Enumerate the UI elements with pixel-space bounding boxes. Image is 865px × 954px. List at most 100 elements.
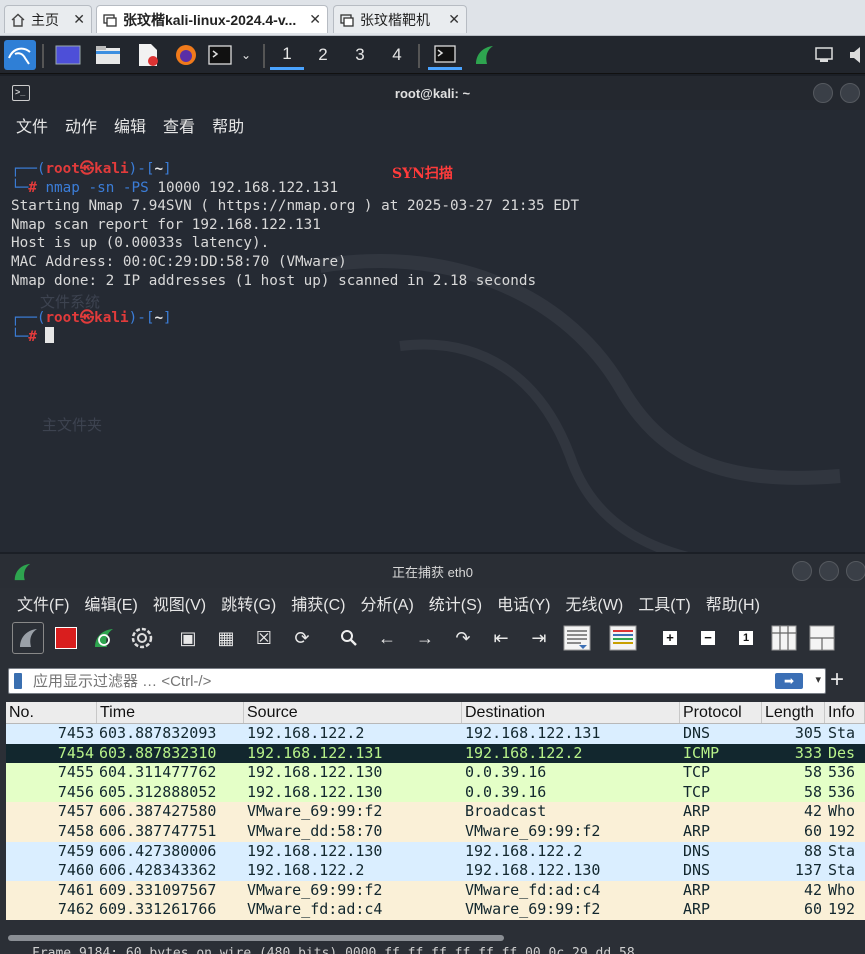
colorize-icon[interactable] [607,622,639,654]
menu-help[interactable]: 帮助(H) [706,591,760,615]
auto-scroll-icon[interactable] [561,622,593,654]
maximize-button[interactable] [840,83,860,103]
packet-row[interactable]: 7460 606.428343362 192.168.122.2 192.168.12… [6,861,865,881]
workspace-4[interactable]: 4 [380,40,414,70]
taskbar-wireshark-icon[interactable] [468,40,500,70]
output-line: Nmap scan report for 192.168.122.131 [11,216,321,233]
menu-telephony[interactable]: 电话(Y) [497,591,550,615]
menu-edit[interactable]: 编辑(E) [84,591,137,615]
packet-source: VMware_dd:58:70 [247,821,383,840]
text-editor-icon[interactable] [132,40,164,70]
chevron-down-icon[interactable]: ▾ [815,673,821,686]
packet-row[interactable]: 7458 606.387747751 VMware_dd:58:70 VMware_6… [6,821,865,842]
chevron-down-icon[interactable]: ⌄ [236,40,256,70]
close-file-icon[interactable]: ☒ [248,622,280,654]
packet-row[interactable]: 7454 603.887832310 192.168.122.131 192.168.… [6,743,865,764]
column-header-no[interactable]: No. [6,702,97,723]
packet-length: 333 [794,743,822,762]
packet-row[interactable]: 7459 606.427380006 192.168.122.130 192.168.… [6,841,865,862]
volume-icon[interactable] [846,40,865,70]
last-packet-icon[interactable]: ⇥ [523,622,555,654]
resize-columns-icon[interactable] [768,622,800,654]
packet-destination: 0.0.39.16 [465,763,547,782]
firefox-icon[interactable] [170,40,202,70]
menu-tools[interactable]: 工具(T) [638,591,690,615]
workspace-1[interactable]: 1 [270,40,304,70]
menu-help[interactable]: 帮助 [212,113,244,137]
menu-view[interactable]: 查看 [163,113,195,137]
tab-kali-vm[interactable]: 张玟楷kali-linux-2024.4-v... ✕ [96,5,328,33]
close-button[interactable] [846,561,865,581]
file-manager-icon[interactable] [92,40,124,70]
output-line: Starting Nmap 7.94SVN ( https://nmap.org… [11,198,580,215]
menu-go[interactable]: 跳转(G) [221,591,276,615]
prompt-line: ┌──(root㉿kali)-[~] [11,309,172,326]
go-back-icon[interactable]: ← [371,622,403,654]
column-header-time[interactable]: Time [97,702,244,723]
packet-destination: 192.168.122.2 [465,743,583,762]
tab-target-vm[interactable]: 张玟楷靶机 ✕ [333,5,467,33]
menu-view[interactable]: 视图(V) [153,591,206,615]
column-header-destination[interactable]: Destination [462,702,680,723]
menu-edit[interactable]: 编辑 [114,113,146,137]
add-filter-button[interactable]: + [830,666,844,694]
maximize-button[interactable] [819,561,839,581]
output-line: Host is up (0.00033s latency). [11,235,270,252]
minimize-button[interactable] [792,561,812,581]
show-desktop-icon[interactable] [52,40,84,70]
go-forward-icon[interactable]: → [409,622,441,654]
taskbar-terminal-icon[interactable] [428,40,462,70]
save-file-icon[interactable]: ▦ [210,622,242,654]
close-icon[interactable]: ✕ [440,11,460,28]
close-icon[interactable]: ✕ [65,11,85,28]
menu-wireless[interactable]: 无线(W) [565,591,623,615]
go-to-packet-icon[interactable]: ↷ [447,622,479,654]
column-header-length[interactable]: Length [762,702,825,723]
vm-icon [103,13,117,27]
menu-file[interactable]: 文件 [16,113,48,137]
column-header-info[interactable]: Info [825,702,865,723]
first-packet-icon[interactable]: ⇤ [485,622,517,654]
display-filter-input[interactable] [33,669,773,693]
apply-filter-arrow-icon[interactable]: ➡ [775,673,803,689]
scrollbar-thumb[interactable] [8,935,504,941]
packet-protocol: DNS [683,724,711,742]
kali-menu-icon[interactable] [4,40,36,70]
network-icon[interactable] [810,40,838,70]
terminal-launcher-icon[interactable] [206,40,234,70]
terminal-output[interactable]: ┌──(root㉿kali)-[~] └─# nmap -sn -PS 1000… [0,160,865,552]
normal-size-icon[interactable]: 1 [730,622,762,654]
menu-analyze[interactable]: 分析(A) [360,591,413,615]
menu-capture[interactable]: 捕获(C) [291,591,345,615]
packet-row[interactable]: 7461 609.331097567 VMware_69:99:f2 VMware_f… [6,880,865,901]
packet-row[interactable]: 7455 604.311477762 192.168.122.130 0.0.39.1… [6,763,865,783]
capture-options-icon[interactable] [126,622,158,654]
packet-row[interactable]: 7456 605.312888052 192.168.122.130 0.0.39.1… [6,782,865,803]
zoom-in-icon[interactable]: + [654,622,686,654]
zoom-out-icon[interactable]: − [692,622,724,654]
menu-action[interactable]: 动作 [65,113,97,137]
workspace-2[interactable]: 2 [306,40,340,70]
bookmark-icon[interactable] [14,673,22,689]
start-capture-icon[interactable] [12,622,44,654]
tab-home[interactable]: 主页 ✕ [4,5,92,33]
packet-row[interactable]: 7457 606.387427580 VMware_69:99:f2 Broadcas… [6,802,865,822]
workspace-3[interactable]: 3 [343,40,377,70]
layout-icon[interactable] [806,622,838,654]
reload-file-icon[interactable]: ⟳ [286,622,318,654]
restart-capture-icon[interactable] [88,622,120,654]
horizontal-scrollbar[interactable] [6,934,865,942]
wireshark-toolbar: ▣ ▦ ☒ ⟳ ← → ↷ ⇤ ⇥ + − 1 [0,618,865,662]
menu-statistics[interactable]: 统计(S) [429,591,482,615]
close-icon[interactable]: ✕ [301,11,321,28]
packet-info: 536 [828,763,856,782]
column-header-protocol[interactable]: Protocol [680,702,762,723]
find-packet-icon[interactable] [333,622,365,654]
open-file-icon[interactable]: ▣ [172,622,204,654]
column-header-source[interactable]: Source [244,702,462,723]
menu-file[interactable]: 文件(F) [17,591,69,615]
packet-row[interactable]: 7453 603.887832093 192.168.122.2 192.168.12… [6,724,865,744]
minimize-button[interactable] [813,83,833,103]
stop-capture-icon[interactable] [50,622,82,654]
packet-row[interactable]: 7462 609.331261766 VMware_fd:ad:c4 VMware_6… [6,900,865,920]
